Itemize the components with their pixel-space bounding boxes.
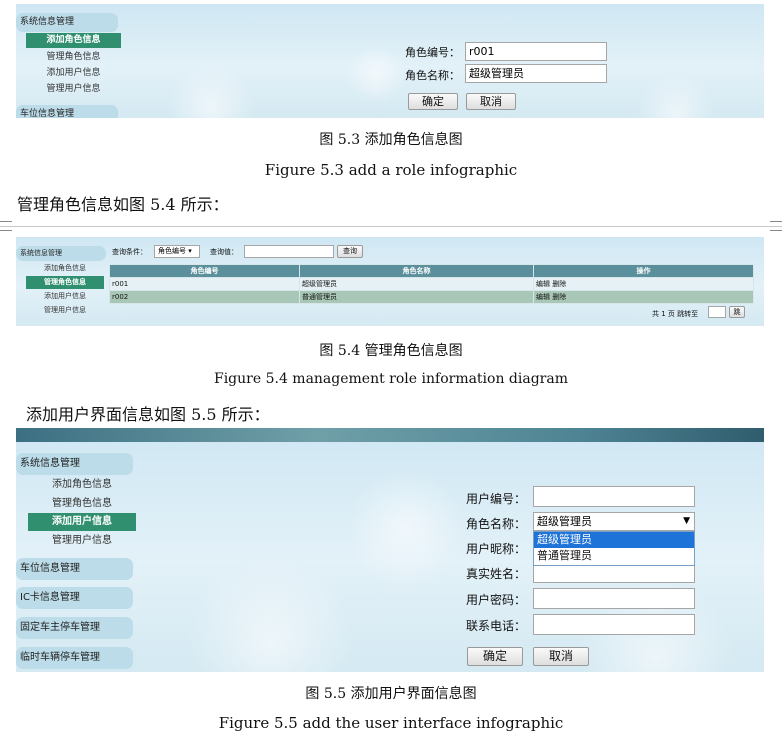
pager-go-button[interactable]: 跳: [729, 306, 745, 318]
column-header-role-name[interactable]: 角色名称: [299, 264, 534, 278]
sidebar-item-manage-user[interactable]: 管理用户信息: [26, 304, 104, 317]
role-dropdown-list: 超级管理员 普通管理员: [533, 531, 695, 566]
table-row[interactable]: r001 超级管理员 编辑 删除: [109, 277, 754, 291]
role-name-input[interactable]: 超级管理员: [465, 64, 607, 83]
figure-5-3-screenshot: 系统信息管理 添加角色信息 管理角色信息 添加用户信息 管理用户信息 车位信息管…: [16, 4, 764, 118]
dandelion-decoration: [186, 558, 356, 672]
sidebar-menu-ic-card[interactable]: IC卡信息管理: [16, 587, 133, 609]
query-button[interactable]: 查询: [337, 245, 363, 258]
password-label: 用户密码：: [465, 593, 526, 607]
cell-actions: 编辑 删除: [533, 277, 754, 291]
pager-text: 共 1 页 跳转至: [652, 310, 699, 318]
realname-label: 真实姓名：: [465, 567, 526, 581]
sidebar-item-add-role[interactable]: 添加角色信息: [26, 33, 121, 48]
cell-role-id: r001: [109, 277, 300, 291]
query-condition-label: 查询条件：: [112, 248, 147, 256]
sidebar-item-add-user[interactable]: 添加用户信息: [26, 66, 121, 81]
table-row[interactable]: r002 普通管理员 编辑 删除: [109, 290, 754, 304]
user-id-label: 用户编号：: [465, 492, 526, 506]
sidebar-item-manage-user[interactable]: 管理用户信息: [26, 82, 121, 97]
role-select[interactable]: 超级管理员 ▼: [533, 512, 695, 531]
dandelion-decoration: [166, 64, 256, 118]
sidebar-item-add-role[interactable]: 添加角色信息: [26, 262, 104, 275]
sidebar-item-manage-role[interactable]: 管理角色信息: [26, 276, 104, 289]
page-margin-mark-right: [770, 221, 782, 231]
figure-5-5-screenshot: 系统信息管理 添加角色信息 管理角色信息 添加用户信息 管理用户信息 车位信息管…: [16, 428, 764, 672]
sidebar-menu-temp-parking[interactable]: 临时车辆停车管理: [16, 647, 133, 669]
cancel-button[interactable]: 取消: [533, 647, 589, 666]
role-name-label: 角色名称：: [405, 69, 460, 82]
sidebar-menu-fixed-parking[interactable]: 固定车主停车管理: [16, 617, 133, 639]
role-id-label: 角色编号：: [405, 46, 460, 59]
query-value-label: 查询值：: [210, 248, 238, 256]
cell-role-name: 普通管理员: [299, 290, 534, 304]
sidebar-item-add-role[interactable]: 添加角色信息: [28, 476, 136, 494]
pager-page-input[interactable]: [708, 306, 726, 318]
sidebar-menu-system[interactable]: 系统信息管理: [16, 453, 133, 475]
sidebar-item-manage-user[interactable]: 管理用户信息: [28, 532, 136, 550]
phone-label: 联系电话：: [465, 619, 526, 633]
dropdown-option[interactable]: 超级管理员: [534, 532, 694, 548]
dandelion-decoration: [636, 74, 716, 118]
confirm-button[interactable]: 确定: [467, 647, 523, 666]
column-header-actions: 操作: [533, 264, 754, 278]
role-name-label: 角色名称：: [465, 517, 526, 531]
edit-link[interactable]: 编辑: [536, 293, 550, 301]
page-margin-mark-left: [0, 221, 12, 231]
edit-link[interactable]: 编辑: [536, 280, 550, 288]
cell-role-name: 超级管理员: [299, 277, 534, 291]
confirm-button[interactable]: 确定: [408, 93, 458, 110]
sidebar-item-manage-role[interactable]: 管理角色信息: [28, 495, 136, 513]
paragraph-manage-role: 管理角色信息如图 5.4 所示：: [17, 195, 229, 214]
figure-5-4-caption-en: Figure 5.4 management role information d…: [213, 371, 568, 387]
figure-5-4-caption-cn: 图 5.4 管理角色信息图: [319, 343, 463, 359]
user-id-input[interactable]: [533, 486, 695, 507]
figure-5-5-caption-cn: 图 5.5 添加用户界面信息图: [305, 686, 477, 702]
phone-input[interactable]: [533, 614, 695, 635]
chevron-down-icon: ▾: [186, 247, 192, 255]
dropdown-option[interactable]: 普通管理员: [534, 548, 694, 564]
sidebar-menu-parking[interactable]: 车位信息管理: [16, 558, 133, 580]
page-break-line: [0, 226, 782, 227]
query-condition-select[interactable]: 角色编号 ▾: [154, 245, 200, 258]
sidebar-item-manage-role[interactable]: 管理角色信息: [26, 50, 121, 65]
query-condition-value: 角色编号: [158, 247, 186, 255]
paragraph-add-user: 添加用户界面信息如图 5.5 所示：: [26, 405, 270, 424]
cancel-button[interactable]: 取消: [466, 93, 516, 110]
role-select-value: 超级管理员: [537, 515, 592, 528]
nickname-label: 用户昵称：: [465, 542, 526, 556]
query-value-input[interactable]: [244, 245, 334, 258]
role-table: 角色编号 角色名称 操作 r001 超级管理员 编辑 删除 r002 普通管理员…: [109, 264, 754, 304]
sidebar-menu-system[interactable]: 系统信息管理: [16, 246, 106, 261]
cell-actions: 编辑 删除: [533, 290, 754, 304]
figure-5-3-caption-cn: 图 5.3 添加角色信息图: [319, 132, 463, 148]
column-header-role-id[interactable]: 角色编号: [109, 264, 300, 278]
sidebar-item-add-user[interactable]: 添加用户信息: [26, 290, 104, 303]
role-id-input[interactable]: r001: [465, 42, 607, 61]
sidebar-menu-system[interactable]: 系统信息管理: [16, 13, 118, 32]
sidebar-item-add-user[interactable]: 添加用户信息: [28, 513, 136, 531]
figure-5-3-caption-en: Figure 5.3 add a role infographic: [264, 161, 518, 179]
chevron-down-icon: ▼: [683, 516, 690, 526]
delete-link[interactable]: 删除: [552, 293, 566, 301]
figure-5-4-screenshot: 系统信息管理 添加角色信息 管理角色信息 添加用户信息 管理用户信息 查询条件：…: [16, 237, 764, 326]
header-banner: [16, 428, 764, 442]
password-input[interactable]: [533, 588, 695, 609]
sidebar-menu-parking[interactable]: 车位信息管理: [16, 105, 118, 118]
delete-link[interactable]: 删除: [552, 280, 566, 288]
cell-role-id: r002: [109, 290, 300, 304]
figure-5-5-caption-en: Figure 5.5 add the user interface infogr…: [218, 714, 564, 732]
